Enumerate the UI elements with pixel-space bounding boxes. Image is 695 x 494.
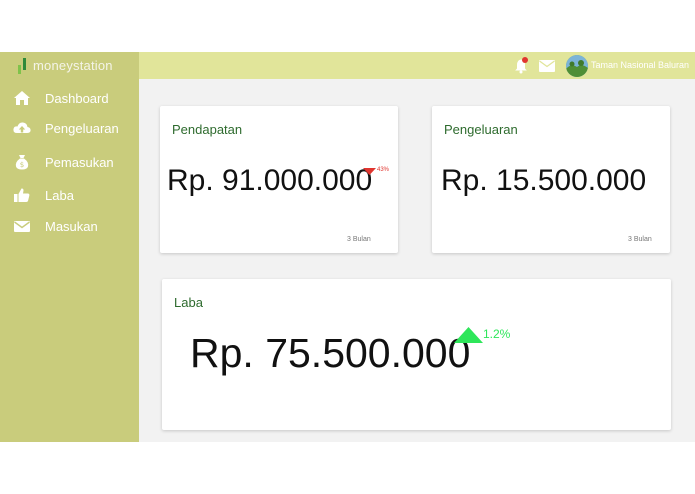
topbar: Taman Nasional Baluran [139, 52, 695, 79]
sidebar-item-pengeluaran[interactable]: Pengeluaran [0, 118, 139, 140]
thumbs-up-icon [14, 188, 30, 202]
card-title: Pengeluaran [444, 122, 518, 137]
envelope-icon[interactable] [539, 60, 555, 72]
card-pendapatan: Pendapatan Rp. 91.000.000 43% 3 Bulan [160, 106, 398, 253]
sidebar-item-label: Laba [45, 188, 74, 203]
sidebar-item-masukan[interactable]: Masukan [0, 216, 139, 238]
sidebar-item-label: Dashboard [45, 91, 109, 106]
card-period: 3 Bulan [628, 236, 652, 243]
sidebar-item-label: Pemasukan [45, 155, 114, 170]
user-name[interactable]: Taman Nasional Baluran [591, 60, 689, 70]
card-title: Laba [174, 295, 203, 310]
avatar-image-icon [566, 55, 588, 77]
brand-logo[interactable]: moneystation [0, 52, 139, 79]
avatar[interactable] [566, 55, 588, 77]
card-amount: Rp. 75.500.000 [190, 330, 471, 376]
delta-value: 1.2% [483, 327, 511, 341]
sidebar: moneystation Dashboard Pengeluaran $ Pem… [0, 52, 139, 442]
sidebar-item-label: Masukan [45, 219, 98, 234]
app-shell: moneystation Dashboard Pengeluaran $ Pem… [0, 52, 695, 442]
sidebar-item-pemasukan[interactable]: $ Pemasukan [0, 152, 139, 174]
card-pengeluaran: Pengeluaran Rp. 15.500.000 3 Bulan [432, 106, 670, 253]
card-laba: Laba Rp. 75.500.000 1.2% [162, 279, 671, 430]
money-bag-icon: $ [15, 155, 29, 170]
sidebar-item-label: Pengeluaran [45, 121, 119, 136]
card-title: Pendapatan [172, 122, 243, 137]
notification-badge [522, 57, 528, 63]
trend-down-icon [363, 168, 376, 175]
logo-bars-icon [18, 58, 28, 74]
home-icon [14, 91, 30, 105]
svg-text:$: $ [20, 161, 24, 169]
sidebar-item-dashboard[interactable]: Dashboard [0, 88, 139, 110]
trend-up-icon [454, 327, 483, 343]
card-amount: Rp. 15.500.000 [441, 164, 647, 197]
card-amount: Rp. 91.000.000 [167, 164, 373, 197]
cloud-upload-icon [13, 122, 31, 133]
delta-value: 43% [377, 167, 390, 173]
sidebar-item-laba[interactable]: Laba [0, 185, 139, 207]
card-period: 3 Bulan [347, 236, 371, 243]
brand-name: moneystation [33, 58, 113, 73]
envelope-icon [14, 221, 30, 232]
